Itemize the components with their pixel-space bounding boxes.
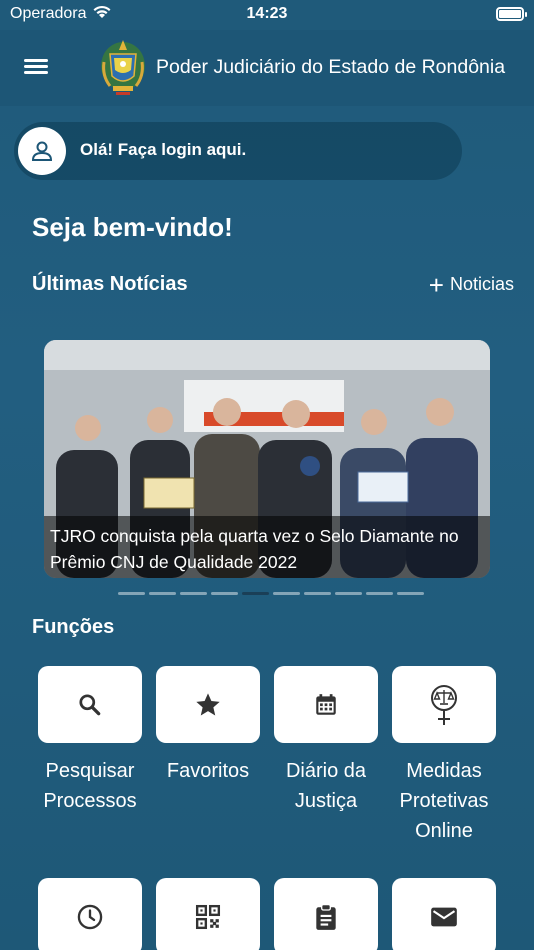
calendar-icon xyxy=(316,693,336,715)
carousel-dot[interactable] xyxy=(273,592,300,595)
coat-of-arms-logo xyxy=(101,40,145,95)
carousel-dot[interactable] xyxy=(397,592,424,595)
clock-time: 14:23 xyxy=(246,5,288,22)
function-mail[interactable] xyxy=(392,878,496,950)
function-label: Pesquisar Processos xyxy=(43,760,137,812)
header-title: Poder Judiciário do Estado de Rondônia xyxy=(156,56,506,78)
carousel-dot[interactable] xyxy=(304,592,331,595)
clock-icon xyxy=(77,904,103,929)
news-section-title: Últimas Notícias xyxy=(32,273,188,295)
function-tile[interactable] xyxy=(274,878,378,950)
function-qr-code[interactable] xyxy=(156,878,260,950)
function-tile[interactable] xyxy=(392,666,496,743)
clipboard-icon xyxy=(316,903,336,930)
function-label: Medidas Protetivas Online xyxy=(399,760,489,842)
login-label: Olá! Faça login aqui. xyxy=(80,140,247,159)
login-button[interactable]: Olá! Faça login aqui. xyxy=(14,122,462,180)
star-icon xyxy=(196,692,220,715)
function-label: Diário da Justiça xyxy=(285,760,367,812)
female-justice-icon xyxy=(431,684,457,725)
function-medidas-protetivas[interactable]: Medidas Protetivas Online xyxy=(392,666,496,846)
function-pesquisar-processos[interactable]: Pesquisar Processos xyxy=(38,666,142,816)
user-icon xyxy=(18,127,66,175)
function-tile[interactable] xyxy=(156,878,260,950)
news-caption: TJRO conquista pela quarta vez o Selo Di… xyxy=(44,516,490,578)
carousel-pagination xyxy=(118,592,424,595)
qr-code-icon xyxy=(195,904,221,929)
battery-icon xyxy=(496,7,527,21)
carousel-dot[interactable] xyxy=(335,592,362,595)
function-diario-da-justica[interactable]: Diário da Justiça xyxy=(274,666,378,816)
functions-section-title: Funções xyxy=(32,616,115,638)
carousel-dot[interactable] xyxy=(149,592,176,595)
function-label: Favoritos xyxy=(166,760,250,782)
news-carousel-card[interactable]: TJRO conquista pela quarta vez o Selo Di… xyxy=(44,340,490,578)
function-tile[interactable] xyxy=(38,666,142,743)
function-tile[interactable] xyxy=(274,666,378,743)
search-icon xyxy=(79,693,101,715)
menu-icon[interactable] xyxy=(20,56,52,80)
welcome-heading: Seja bem-vindo! xyxy=(32,212,233,242)
function-clipboard[interactable] xyxy=(274,878,378,950)
app-header: Poder Judiciário do Estado de Rondônia xyxy=(0,30,534,106)
plus-icon: + xyxy=(428,269,444,300)
carousel-dot[interactable] xyxy=(180,592,207,595)
carousel-dot[interactable] xyxy=(118,592,145,595)
function-historico[interactable] xyxy=(38,878,142,950)
function-tile[interactable] xyxy=(38,878,142,950)
more-news-label: Noticias xyxy=(449,274,514,294)
function-tile[interactable] xyxy=(156,666,260,743)
more-news-button[interactable]: + Noticias xyxy=(428,269,514,300)
function-tile[interactable] xyxy=(392,878,496,950)
status-bar: Operadora 14:23 xyxy=(0,0,534,30)
carousel-dot[interactable] xyxy=(242,592,269,595)
carousel-dot[interactable] xyxy=(366,592,393,595)
carousel-dot[interactable] xyxy=(211,592,238,595)
mail-icon xyxy=(431,907,457,926)
function-favoritos[interactable]: Favoritos xyxy=(156,666,260,786)
